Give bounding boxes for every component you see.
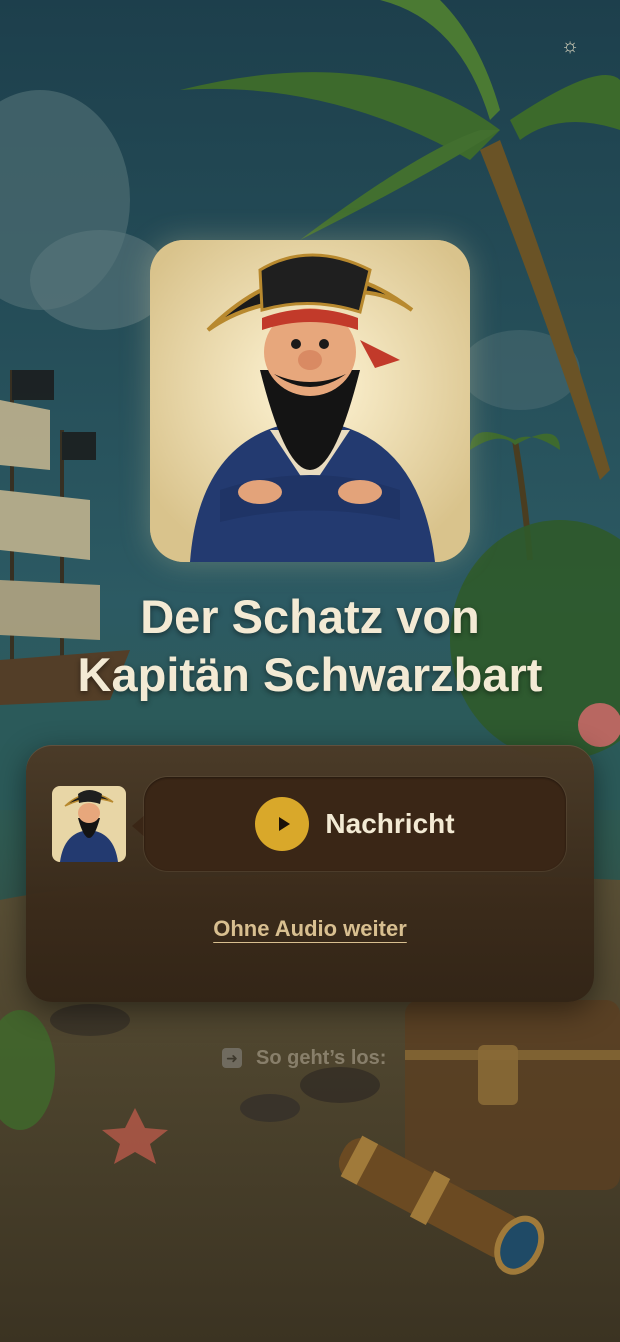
sun-gear-icon: ☼ [560,34,580,57]
settings-button[interactable]: ☼ [556,32,584,60]
play-message-label: Nachricht [325,808,455,839]
story-title: Der Schatz von Kapitän Schwarzbart [0,588,620,704]
how-to-start-label: So geht’s los: [256,1046,387,1069]
continue-without-audio-label[interactable]: Ohne Audio weiter [213,916,407,941]
play-icon[interactable] [255,797,310,851]
how-to-start-hint: ➜ So geht’s los: [222,1044,386,1072]
captain-avatar [52,786,126,862]
story-title-line-1: Der Schatz von [140,590,480,643]
pirate-captain-image [150,240,470,562]
play-message-button[interactable]: Nachricht [144,777,566,871]
captain-portrait [150,240,470,562]
captain-avatar-image [52,786,126,862]
story-title-line-2: Kapitän Schwarzbart [77,648,543,701]
continue-without-audio-link[interactable]: Ohne Audio weiter [0,916,620,942]
arrow-right-icon: ➜ [222,1048,242,1068]
